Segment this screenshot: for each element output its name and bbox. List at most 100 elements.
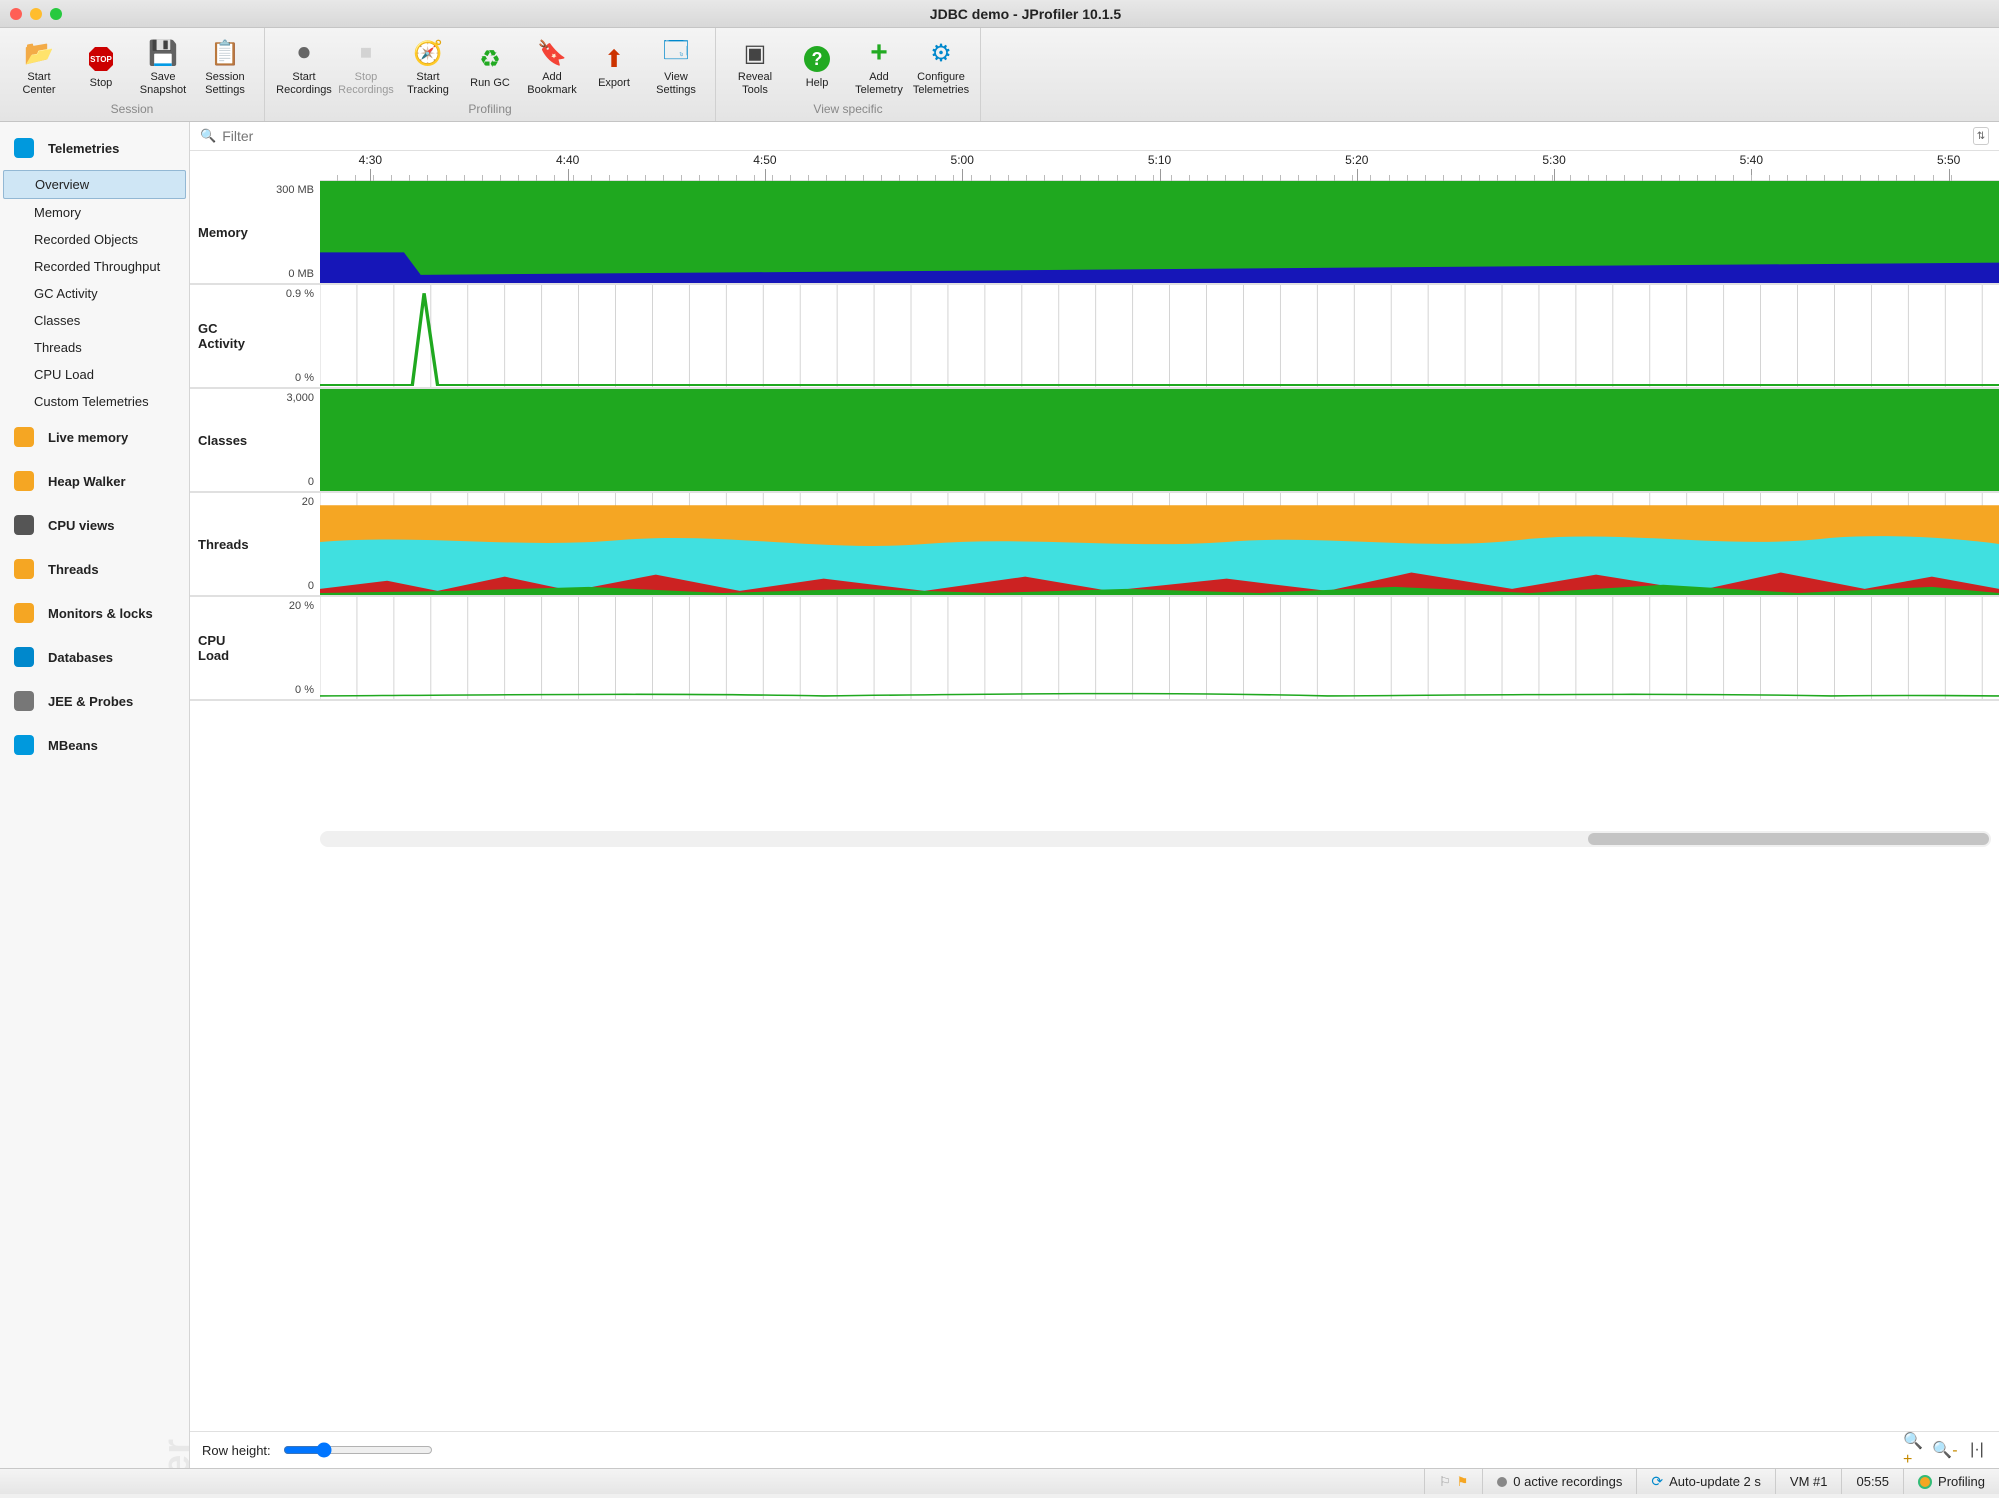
threads-icon bbox=[10, 555, 38, 583]
reveal-tools-button[interactable]: ▣ Reveal Tools bbox=[724, 34, 786, 100]
toolbar-group-view-specific: ▣ Reveal Tools ?Help+Add Telemetry ⚙ Configu… bbox=[716, 28, 981, 121]
help-label: Help bbox=[806, 77, 829, 89]
session-settings-label: Session Settings bbox=[205, 71, 245, 95]
sidebar-item-cpu-load[interactable]: CPU Load bbox=[0, 361, 189, 388]
chart-plot-gc-activity[interactable] bbox=[320, 285, 1999, 387]
sidebar-item-recorded-objects[interactable]: Recorded Objects bbox=[0, 226, 189, 253]
sidebar-item-recorded-throughput[interactable]: Recorded Throughput bbox=[0, 253, 189, 280]
jee-probes-icon bbox=[10, 687, 38, 715]
time-tick-label: 5:50 bbox=[1937, 153, 1960, 167]
reveal-tools-label: Reveal Tools bbox=[738, 71, 772, 95]
start-center-label: Start Center bbox=[22, 71, 55, 95]
reveal-tools-icon: ▣ bbox=[740, 38, 770, 68]
view-settings-icon: 🗔 bbox=[661, 38, 691, 68]
sidebar-item-threads[interactable]: Threads bbox=[0, 334, 189, 361]
filter-bar: 🔍 ⇅ bbox=[190, 122, 1999, 151]
stop-button[interactable]: STOPStop bbox=[70, 34, 132, 100]
sidebar-section-heap-walker[interactable]: Heap Walker bbox=[0, 459, 189, 503]
pin-icon[interactable]: ⚐ bbox=[1439, 1474, 1451, 1490]
zoom-in-icon[interactable]: 🔍+ bbox=[1903, 1440, 1923, 1460]
sidebar-item-custom-telemetries[interactable]: Custom Telemetries bbox=[0, 388, 189, 415]
status-vm[interactable]: VM #1 bbox=[1775, 1469, 1842, 1494]
view-settings-button[interactable]: 🗔View Settings bbox=[645, 34, 707, 100]
group-label: Session bbox=[0, 100, 264, 121]
sidebar-section-mbeans[interactable]: MBeans bbox=[0, 723, 189, 767]
save-snapshot-button[interactable]: 💾Save Snapshot bbox=[132, 34, 194, 100]
flag-icon[interactable]: ⚑ bbox=[1457, 1474, 1469, 1490]
minimize-icon[interactable] bbox=[30, 8, 42, 20]
chart-plot-threads[interactable] bbox=[320, 493, 1999, 595]
status-profiling[interactable]: Profiling bbox=[1903, 1469, 1999, 1494]
status-autoupdate[interactable]: ⟳ Auto-update 2 s bbox=[1636, 1469, 1775, 1494]
add-telemetry-button[interactable]: +Add Telemetry bbox=[848, 34, 910, 100]
run-gc-label: Run GC bbox=[470, 77, 510, 89]
chart-yaxis: 20 %0 % bbox=[260, 597, 320, 699]
chart-row-threads[interactable]: Threads200 bbox=[190, 493, 1999, 597]
sidebar-section-jee-probes[interactable]: JEE & Probes bbox=[0, 679, 189, 723]
chart-label: Threads bbox=[190, 493, 260, 595]
configure-telemetries-icon: ⚙ bbox=[926, 38, 956, 68]
sidebar-item-classes[interactable]: Classes bbox=[0, 307, 189, 334]
status-tools[interactable]: ⚐ ⚑ bbox=[1424, 1469, 1482, 1494]
configure-telemetries-label: Configure Telemetries bbox=[913, 71, 969, 95]
start-center-icon: 📂 bbox=[24, 38, 54, 68]
sort-toggle[interactable]: ⇅ bbox=[1973, 127, 1989, 145]
sidebar-section-cpu-views[interactable]: CPU views bbox=[0, 503, 189, 547]
sidebar-item-overview[interactable]: Overview bbox=[3, 170, 186, 199]
help-button[interactable]: ?Help bbox=[786, 34, 848, 100]
time-tick-label: 4:30 bbox=[359, 153, 382, 167]
chart-row-memory[interactable]: Memory300 MB0 MB bbox=[190, 181, 1999, 285]
zoom-out-icon[interactable]: 🔍- bbox=[1935, 1440, 1955, 1460]
toolbar-group-session: 📂 Start Center STOPStop💾Save Snapshot📋Sess… bbox=[0, 28, 265, 121]
sidebar-section-telemetries[interactable]: Telemetries bbox=[0, 126, 189, 170]
heap-walker-icon bbox=[10, 467, 38, 495]
start-tracking-icon: 🧭 bbox=[413, 38, 443, 68]
time-tick-label: 5:20 bbox=[1345, 153, 1368, 167]
sidebar-section-databases[interactable]: Databases bbox=[0, 635, 189, 679]
configure-telemetries-button[interactable]: ⚙ Configure Telemetries bbox=[910, 34, 972, 100]
start-tracking-label: Start Tracking bbox=[407, 71, 449, 95]
main-panel: 🔍 ⇅ 4:304:404:505:005:105:205:305:405:50… bbox=[190, 122, 1999, 1468]
horizontal-scrollbar[interactable] bbox=[320, 831, 1991, 847]
export-button[interactable]: ⬆Export bbox=[583, 34, 645, 100]
chart-label: CPU Load bbox=[190, 597, 260, 699]
fit-width-icon[interactable]: |·| bbox=[1967, 1440, 1987, 1460]
row-height-slider[interactable] bbox=[283, 1442, 433, 1458]
save-snapshot-label: Save Snapshot bbox=[140, 71, 186, 95]
toolbar: 📂 Start Center STOPStop💾Save Snapshot📋Sess… bbox=[0, 28, 1999, 122]
toolbar-group-profiling: ⏺Start Recordings⏹Stop Recordings 🧭 Start … bbox=[265, 28, 716, 121]
session-settings-button[interactable]: 📋Session Settings bbox=[194, 34, 256, 100]
sidebar-item-memory[interactable]: Memory bbox=[0, 199, 189, 226]
filter-input[interactable] bbox=[222, 128, 1967, 144]
stop-recordings-button: ⏹Stop Recordings bbox=[335, 34, 397, 100]
sidebar-section-live-memory[interactable]: Live memory bbox=[0, 415, 189, 459]
close-icon[interactable] bbox=[10, 8, 22, 20]
status-recordings[interactable]: 0 active recordings bbox=[1482, 1469, 1636, 1494]
maximize-icon[interactable] bbox=[50, 8, 62, 20]
chart-plot-cpu-load[interactable] bbox=[320, 597, 1999, 699]
row-height-bar: Row height: 🔍+ 🔍- |·| bbox=[190, 1431, 1999, 1468]
search-icon: 🔍 bbox=[200, 128, 216, 144]
run-gc-icon: ♻ bbox=[475, 44, 505, 74]
sidebar-section-monitors-locks[interactable]: Monitors & locks bbox=[0, 591, 189, 635]
run-gc-button[interactable]: ♻ Run GC bbox=[459, 34, 521, 100]
status-time: 05:55 bbox=[1841, 1469, 1903, 1494]
chart-yaxis: 3,0000 bbox=[260, 389, 320, 491]
sidebar-item-gc-activity[interactable]: GC Activity bbox=[0, 280, 189, 307]
scrollbar-thumb[interactable] bbox=[1588, 833, 1989, 845]
chart-label: Memory bbox=[190, 181, 260, 283]
window-title: JDBC demo - JProfiler 10.1.5 bbox=[62, 6, 1989, 22]
chart-plot-memory[interactable] bbox=[320, 181, 1999, 283]
sidebar-section-threads[interactable]: Threads bbox=[0, 547, 189, 591]
start-center-button[interactable]: 📂 Start Center bbox=[8, 34, 70, 100]
chart-row-cpu-load[interactable]: CPU Load20 %0 % bbox=[190, 597, 1999, 701]
add-telemetry-icon: + bbox=[864, 38, 894, 68]
start-recordings-button[interactable]: ⏺Start Recordings bbox=[273, 34, 335, 100]
chart-plot-classes[interactable] bbox=[320, 389, 1999, 491]
chart-label: GC Activity bbox=[190, 285, 260, 387]
chart-row-gc-activity[interactable]: GC Activity0.9 %0 % bbox=[190, 285, 1999, 389]
time-tick-label: 5:30 bbox=[1542, 153, 1565, 167]
start-tracking-button[interactable]: 🧭 Start Tracking bbox=[397, 34, 459, 100]
add-bookmark-button[interactable]: 🔖Add Bookmark bbox=[521, 34, 583, 100]
chart-row-classes[interactable]: Classes3,0000 bbox=[190, 389, 1999, 493]
